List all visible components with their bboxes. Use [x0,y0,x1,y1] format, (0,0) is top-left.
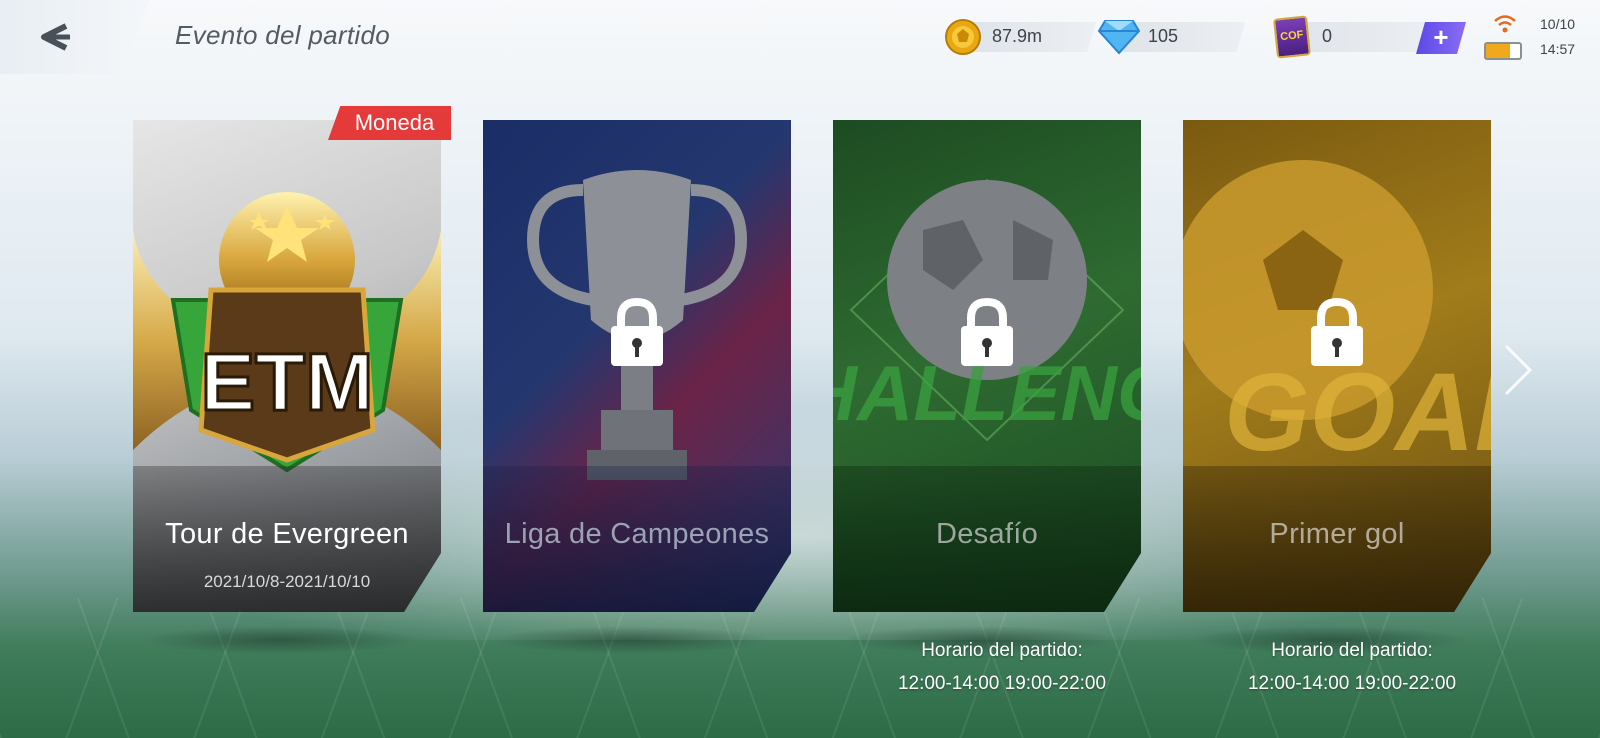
back-arrow-icon [41,23,70,51]
card-shadow [140,626,420,654]
gems-bar [1123,22,1245,52]
chevron-right-icon [1504,344,1533,396]
event-card-tour-de-evergreen[interactable]: ETM Tour de Evergreen 2021/10/8-2021/10/… [133,120,441,612]
goal-art-text: GOAL [1224,351,1491,474]
gems-value: 105 [1148,26,1179,46]
card-title: Primer gol [1269,517,1405,550]
schedule-label: Horario del partido: [1271,640,1433,661]
card-title: Liga de Campeones [504,517,770,550]
page-title: Evento del partido [175,20,390,50]
wifi-icon [1494,15,1516,33]
event-card-desafio[interactable]: CHALLENGE Desafío [833,120,1141,612]
etm-emblem-text: ETM [200,337,373,428]
schedule-label: Horario del partido: [921,640,1083,661]
coin-icon [945,19,981,55]
lock-icon [961,297,1013,366]
battery-icon [1484,42,1522,60]
top-bar: Evento del partido 87.9m 105 COF 0 + 10/… [0,0,1600,76]
schedule-desafio: Horario del partido: 12:00-14:00 19:00-2… [848,634,1156,700]
event-card-primer-gol[interactable]: GOAL Primer gol [1183,120,1491,612]
status-date: 10/10 [1540,16,1576,32]
coins-value: 87.9m [992,26,1043,46]
device-status: 10/10 14:57 [1480,10,1590,66]
diamond-icon [1097,20,1141,55]
card-date-range: 2021/10/8-2021/10/10 [203,572,371,591]
lock-icon [1311,297,1363,366]
schedule-times: 12:00-14:00 19:00-22:00 [897,673,1107,694]
schedule-primer-gol: Horario del partido: 12:00-14:00 19:00-2… [1198,634,1506,700]
schedule-times: 12:00-14:00 19:00-22:00 [1247,673,1457,694]
event-card-liga-de-campeones[interactable]: Liga de Campeones [483,120,791,612]
status-time: 14:57 [1540,41,1576,57]
currency-badge: Moneda [328,106,451,140]
tickets-value: 0 [1322,26,1333,46]
next-page-button[interactable] [1500,340,1536,400]
card-shadow [490,626,770,654]
ticket-icon: COF [1273,15,1311,59]
card-title: Desafío [935,517,1039,550]
back-button[interactable] [36,20,76,54]
lock-icon [611,297,663,366]
